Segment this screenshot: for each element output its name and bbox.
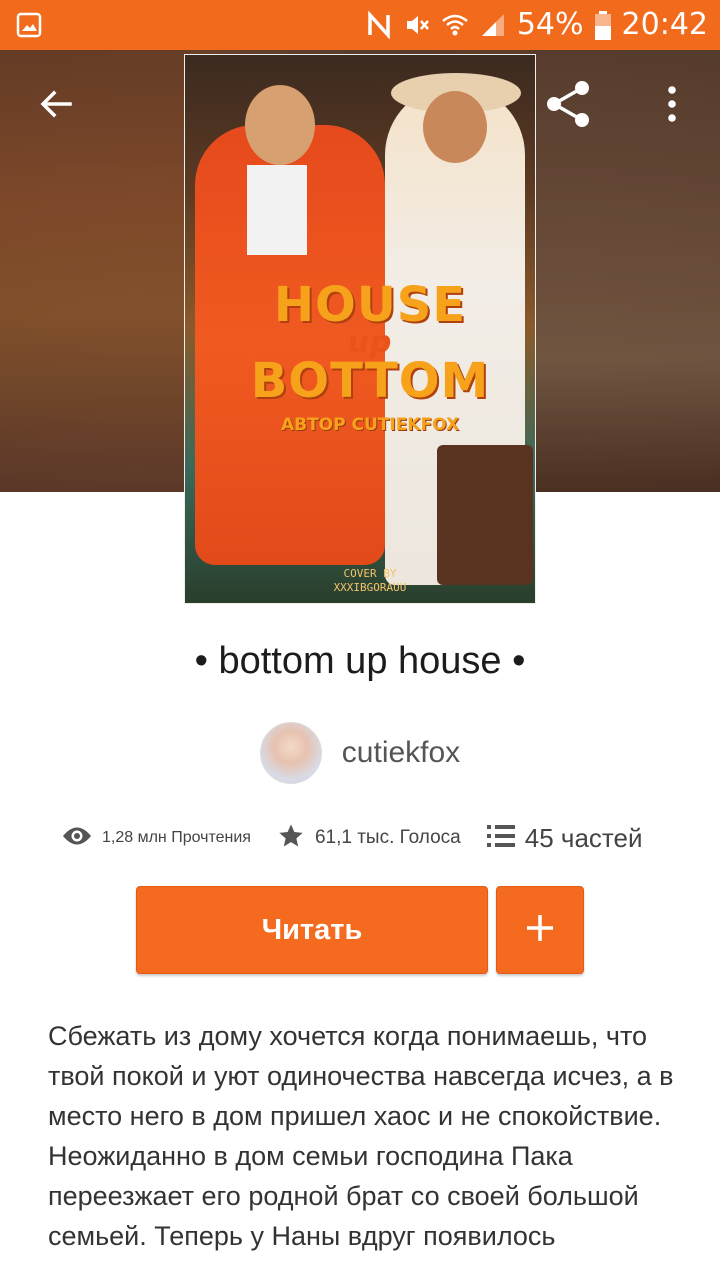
nfc-icon [365,10,393,40]
cover-title-line1: HOUSE [273,277,467,333]
mute-icon [403,11,431,39]
battery-icon [594,11,612,40]
cover-figure-woman-head [423,91,487,163]
read-button[interactable]: Читать [136,886,488,974]
avatar[interactable] [259,722,322,784]
parts-stat[interactable]: 45 частей [486,823,643,854]
share-button[interactable] [540,78,596,134]
description-paragraph-1: Сбежать из дому хочется когда понимаешь,… [48,1021,674,1131]
gallery-icon [16,12,42,38]
description-paragraph-2: Неожиданно в дом семьи господина Пака пе… [48,1141,639,1251]
votes-stat: 61,1 тыс. Голоса [277,822,461,854]
cover-suitcase [437,445,533,585]
cover-credit: COVER BY XXXIBGORAUU [285,567,455,595]
cover-author: АВТОР CUTIEKFOX [280,415,460,435]
more-options-button[interactable] [644,78,700,134]
cover-title: HOUSE up BOTTOM [225,280,515,406]
votes-count: 61,1 тыс. Голоса [314,827,461,848]
author-row[interactable]: cutiekfox [0,722,720,784]
wifi-icon [441,11,469,39]
more-vertical-icon [665,84,679,128]
star-icon [277,822,305,854]
story-title: • bottom up house • [194,640,526,682]
signal-icon [479,11,507,39]
add-to-library-button[interactable] [496,886,584,974]
battery-percent: 54% [516,7,584,42]
parts-count[interactable]: 45 частей [525,823,643,854]
story-description: Сбежать из дому хочется когда понимаешь,… [48,1016,688,1256]
list-icon [486,824,515,852]
share-icon [542,78,594,134]
cover-title-line3: BOTTOM [250,353,490,409]
reads-stat: 1,28 млн Прочтения [62,825,251,851]
plus-icon [525,913,555,947]
cover-credit-line1: COVER BY [343,567,397,580]
cover-figure-man-head [245,85,315,165]
story-stats: 1,28 млн Прочтения 61,1 тыс. Голоса 45 ч… [62,816,669,860]
cover-figure-man-shirt [247,165,307,255]
book-cover[interactable]: HOUSE up BOTTOM АВТОР CUTIEKFOX COVER BY… [184,54,536,604]
reads-count: 1,28 млн Прочтения [102,829,251,846]
author-name[interactable]: cutiekfox [342,736,460,770]
status-bar: 54% 20:42 [0,0,720,50]
back-arrow-icon [36,84,76,128]
eye-icon [62,825,92,851]
back-button[interactable] [28,78,84,134]
clock: 20:42 [621,7,708,42]
cover-credit-line2: XXXIBGORAUU [333,581,407,594]
